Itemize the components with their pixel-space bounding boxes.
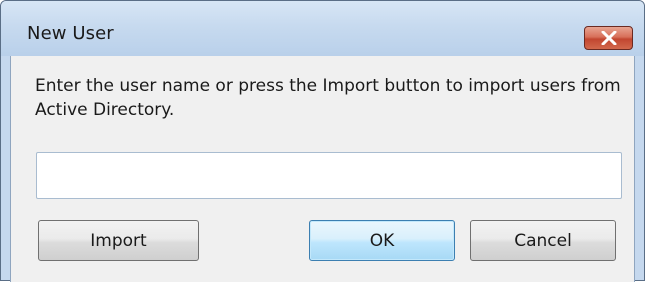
close-icon [601, 31, 617, 45]
dialog-body: Enter the user name or press the Import … [10, 56, 635, 282]
window-title: New User [27, 23, 114, 44]
title-bar[interactable]: New User [1, 1, 644, 56]
ok-button[interactable]: OK [309, 220, 455, 261]
instruction-text: Enter the user name or press the Import … [35, 76, 621, 120]
import-button[interactable]: Import [38, 220, 199, 261]
close-button[interactable] [584, 26, 633, 50]
user-name-input[interactable] [36, 152, 622, 199]
cancel-button[interactable]: Cancel [470, 220, 616, 261]
new-user-dialog: New User Enter the user name or press th… [0, 0, 645, 282]
